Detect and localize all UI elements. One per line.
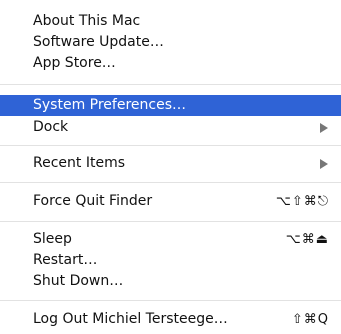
- menu-item-label: Log Out Michiel Tersteege…: [33, 311, 228, 327]
- menu-item-label: About This Mac: [33, 13, 141, 29]
- menu-item-recent-items[interactable]: Recent Items: [0, 154, 341, 173]
- menu-item-label: Shut Down…: [33, 273, 124, 289]
- menu-separator: [0, 182, 341, 183]
- menu-item-sleep[interactable]: Sleep ⌥⌘⏏: [0, 230, 341, 249]
- menu-separator: [0, 221, 341, 222]
- menu-item-force-quit[interactable]: Force Quit Finder ⌥⇧⌘⎋: [0, 192, 341, 211]
- menu-item-label: App Store…: [33, 55, 116, 71]
- menu-item-label: Restart…: [33, 252, 98, 268]
- menu-item-label: Force Quit Finder: [33, 193, 153, 209]
- menu-item-log-out[interactable]: Log Out Michiel Tersteege… ⇧⌘Q: [0, 310, 341, 329]
- menu-item-label: Dock: [33, 119, 69, 135]
- menu-item-label: Sleep: [33, 231, 72, 247]
- menu-item-about[interactable]: About This Mac: [0, 12, 341, 31]
- keyboard-shortcut: ⌥⇧⌘⎋: [275, 194, 329, 209]
- menu-item-software-update[interactable]: Software Update…: [0, 33, 341, 52]
- menu-item-app-store[interactable]: App Store…: [0, 54, 341, 73]
- menu-separator: [0, 84, 341, 85]
- menu-separator: [0, 300, 341, 301]
- menu-item-shut-down[interactable]: Shut Down…: [0, 272, 341, 291]
- chevron-right-icon: [320, 159, 328, 169]
- menu-item-restart[interactable]: Restart…: [0, 251, 341, 270]
- menu-item-label: System Preferences…: [33, 97, 186, 113]
- apple-menu: About This Mac Software Update… App Stor…: [0, 0, 341, 334]
- menu-item-label: Software Update…: [33, 34, 164, 50]
- keyboard-shortcut: ⇧⌘Q: [291, 312, 329, 327]
- keyboard-shortcut: ⌥⌘⏏: [285, 232, 329, 247]
- chevron-right-icon: [320, 123, 328, 133]
- menu-separator: [0, 145, 341, 146]
- menu-item-label: Recent Items: [33, 155, 125, 171]
- menu-item-system-preferences[interactable]: System Preferences…: [0, 95, 341, 116]
- menu-item-dock[interactable]: Dock: [0, 118, 341, 137]
